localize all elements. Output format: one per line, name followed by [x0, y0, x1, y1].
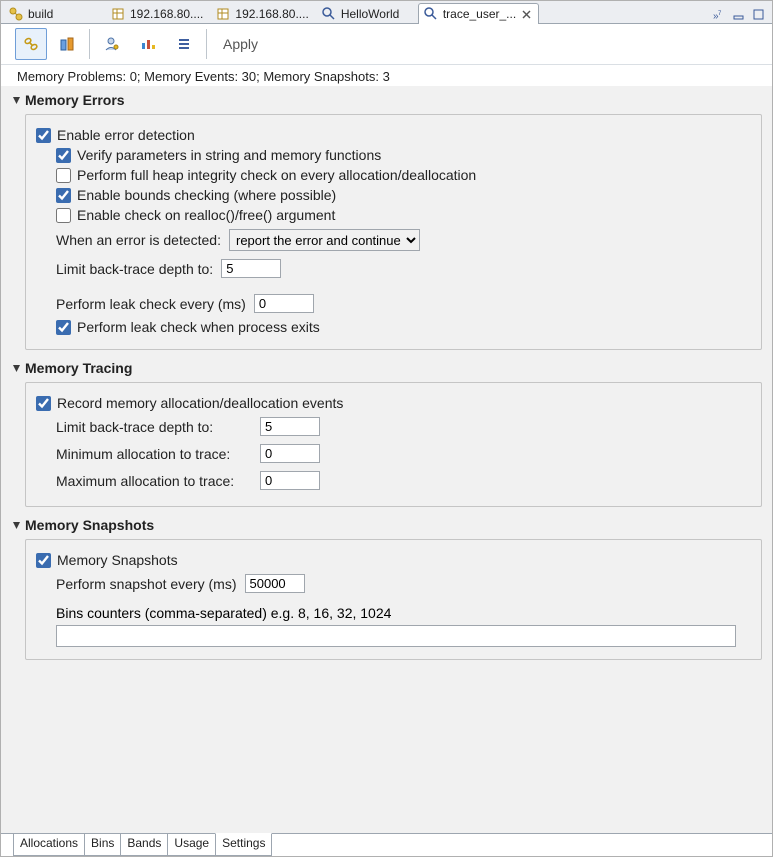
section-body-memory-tracing: Record memory allocation/deallocation ev… — [25, 382, 762, 507]
menu-icon[interactable] — [168, 28, 200, 60]
btab-label: Bands — [127, 836, 161, 850]
section-body-memory-snapshots: Memory Snapshots Perform snapshot every … — [25, 539, 762, 660]
editor-tab-label: 192.168.80.... — [235, 7, 308, 21]
checkbox-record-events[interactable]: Record memory allocation/deallocation ev… — [36, 393, 749, 413]
tab-bands[interactable]: Bands — [120, 834, 168, 856]
bins-input[interactable] — [56, 625, 736, 647]
editor-tab-label: build — [28, 7, 53, 21]
settings-content: Memory Errors Enable error detection Ver… — [1, 86, 772, 833]
maximize-icon[interactable] — [750, 7, 768, 23]
checkbox-label: Memory Snapshots — [57, 552, 178, 568]
btab-label: Settings — [222, 836, 265, 850]
min-alloc-input[interactable] — [260, 444, 320, 463]
backtrace-label: Limit back-trace depth to: — [56, 261, 213, 277]
tab-strip-tools: »7 — [710, 7, 772, 23]
editor-tab-trace-user[interactable]: trace_user_... — [418, 3, 539, 24]
section-title: Memory Snapshots — [25, 517, 154, 533]
tab-allocations[interactable]: Allocations — [13, 834, 85, 856]
checkbox-enable-error-detection[interactable]: Enable error detection — [36, 125, 749, 145]
tab-settings[interactable]: Settings — [215, 833, 272, 856]
editor-tab-ip-2[interactable]: 192.168.80.... — [210, 3, 315, 24]
bins-label: Bins counters (comma-separated) e.g. 8, … — [56, 605, 749, 621]
editor-tab-label: HelloWorld — [341, 7, 399, 21]
checkbox-input[interactable] — [56, 320, 71, 335]
profile-icon[interactable] — [96, 28, 128, 60]
backtrace-input[interactable] — [221, 259, 281, 278]
checkbox-label: Enable error detection — [57, 127, 195, 143]
db-icon — [110, 6, 126, 22]
checkbox-label: Perform leak check when process exits — [77, 319, 320, 335]
checkbox-realloc-free[interactable]: Enable check on realloc()/free() argumen… — [56, 205, 749, 225]
checkbox-label: Record memory allocation/deallocation ev… — [57, 395, 343, 411]
toolbar-separator — [89, 29, 90, 59]
show-list-icon[interactable]: »7 — [710, 7, 728, 23]
btab-label: Allocations — [20, 836, 78, 850]
checkbox-label: Perform full heap integrity check on eve… — [77, 167, 476, 183]
checkbox-input[interactable] — [56, 188, 71, 203]
editor-tab-label: trace_user_... — [443, 7, 516, 21]
checkbox-input[interactable] — [56, 148, 71, 163]
section-header-memory-snapshots[interactable]: Memory Snapshots — [7, 515, 766, 535]
apply-label[interactable]: Apply — [223, 36, 258, 52]
editor-tab-ip-1[interactable]: 192.168.80.... — [105, 3, 210, 24]
snapshot-interval-input[interactable] — [245, 574, 305, 593]
checkbox-heap-integrity[interactable]: Perform full heap integrity check on eve… — [56, 165, 749, 185]
chart-icon[interactable] — [132, 28, 164, 60]
checkbox-input[interactable] — [56, 168, 71, 183]
on-error-label: When an error is detected: — [56, 232, 221, 248]
svg-text:7: 7 — [718, 11, 722, 17]
checkbox-input[interactable] — [56, 208, 71, 223]
analysis-icon — [321, 6, 337, 22]
checkbox-snapshots[interactable]: Memory Snapshots — [36, 550, 749, 570]
leak-every-label: Perform leak check every (ms) — [56, 296, 246, 312]
status-line: Memory Problems: 0; Memory Events: 30; M… — [1, 65, 772, 86]
analysis-icon — [423, 6, 439, 22]
checkbox-input[interactable] — [36, 396, 51, 411]
editor-tab-build[interactable]: build — [3, 3, 105, 24]
collapse-arrow-icon — [11, 95, 21, 105]
toolbar-separator — [206, 29, 207, 59]
collapse-arrow-icon — [11, 520, 21, 530]
db-icon — [215, 6, 231, 22]
on-error-select[interactable]: report the error and continue — [229, 229, 420, 251]
max-alloc-label: Maximum allocation to trace: — [56, 473, 252, 489]
section-header-memory-errors[interactable]: Memory Errors — [7, 90, 766, 110]
btab-label: Usage — [174, 836, 209, 850]
analysis-toolbar: Apply — [1, 24, 772, 65]
checkbox-label: Verify parameters in string and memory f… — [77, 147, 381, 163]
checkbox-label: Enable check on realloc()/free() argumen… — [77, 207, 335, 223]
tracing-backtrace-label: Limit back-trace depth to: — [56, 419, 252, 435]
columns-icon[interactable] — [51, 28, 83, 60]
max-alloc-input[interactable] — [260, 471, 320, 490]
bottom-tab-strip: Allocations Bins Bands Usage Settings — [1, 833, 772, 856]
checkbox-label: Enable bounds checking (where possible) — [77, 187, 336, 203]
leak-every-input[interactable] — [254, 294, 314, 313]
checkbox-bounds-checking[interactable]: Enable bounds checking (where possible) — [56, 185, 749, 205]
tab-usage[interactable]: Usage — [167, 834, 216, 856]
btab-label: Bins — [91, 836, 114, 850]
checkbox-input[interactable] — [36, 128, 51, 143]
checkbox-input[interactable] — [36, 553, 51, 568]
link-icon[interactable] — [15, 28, 47, 60]
tracing-backtrace-input[interactable] — [260, 417, 320, 436]
editor-tab-strip: build 192.168.80.... 192.168.80.... Hell… — [1, 1, 772, 24]
minimize-icon[interactable] — [730, 7, 748, 23]
section-title: Memory Errors — [25, 92, 125, 108]
editor-tab-label: 192.168.80.... — [130, 7, 203, 21]
section-title: Memory Tracing — [25, 360, 132, 376]
close-icon[interactable] — [520, 8, 532, 20]
checkbox-leak-on-exit[interactable]: Perform leak check when process exits — [56, 317, 749, 337]
checkbox-verify-params[interactable]: Verify parameters in string and memory f… — [56, 145, 749, 165]
snapshot-interval-label: Perform snapshot every (ms) — [56, 576, 237, 592]
section-header-memory-tracing[interactable]: Memory Tracing — [7, 358, 766, 378]
editor-tab-helloworld[interactable]: HelloWorld — [316, 3, 418, 24]
tab-bins[interactable]: Bins — [84, 834, 121, 856]
collapse-arrow-icon — [11, 363, 21, 373]
memory-analysis-view: build 192.168.80.... 192.168.80.... Hell… — [0, 0, 773, 857]
build-icon — [8, 6, 24, 22]
min-alloc-label: Minimum allocation to trace: — [56, 446, 252, 462]
section-body-memory-errors: Enable error detection Verify parameters… — [25, 114, 762, 350]
